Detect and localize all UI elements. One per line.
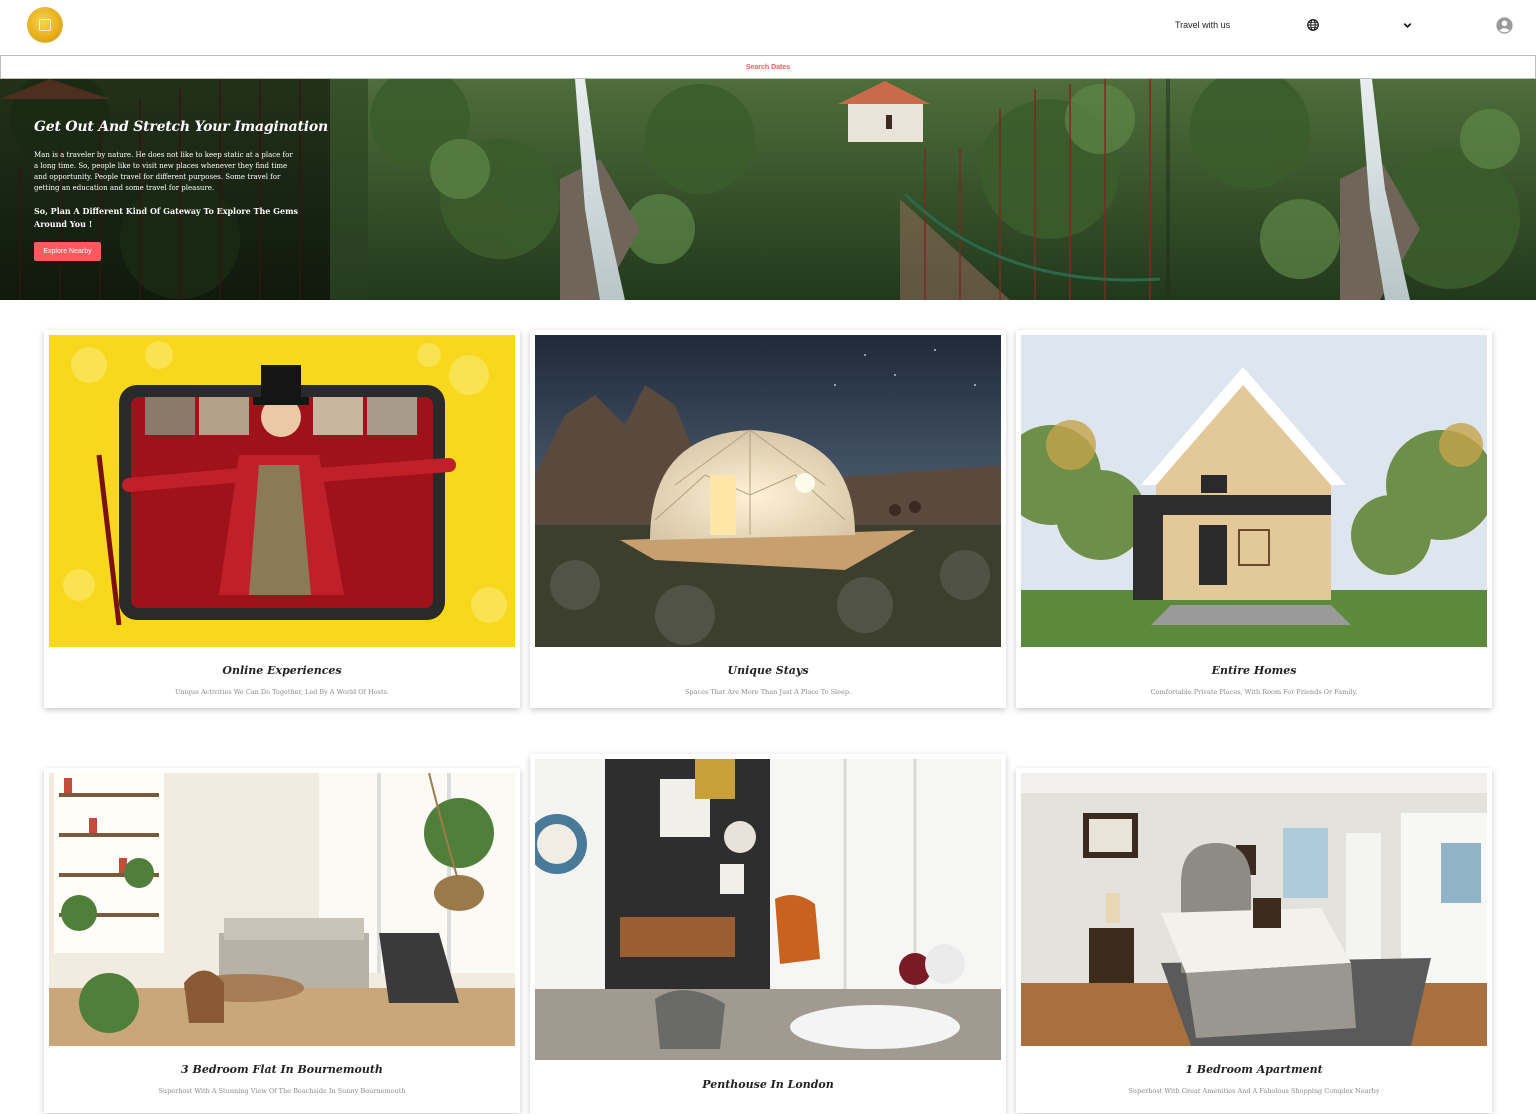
search-dates-bar[interactable]: Search Dates	[0, 55, 1536, 79]
card-description: Superhost With A Stunning View Of The Be…	[158, 1087, 406, 1095]
card-description: Comfortable Private Places, With Room Fo…	[1150, 688, 1358, 696]
card-title: Online Experiences	[222, 664, 342, 677]
hero-title: Get Out And Stretch Your Imagination	[34, 119, 328, 135]
hero-description: Man is a traveler by nature. He does not…	[34, 151, 293, 192]
explore-nearby-button[interactable]: Explore Nearby	[34, 242, 101, 261]
top-header: Travel with us	[0, 0, 1536, 55]
card-unique-stays[interactable]: Unique Stays Spaces That Are More Than J…	[530, 330, 1006, 708]
entire-homes-image	[1021, 335, 1487, 647]
card-description: Spaces That Are More Than Just A Place T…	[684, 688, 852, 696]
hero-subtitle: So, Plan A Different Kind Of Gateway To …	[34, 206, 299, 229]
user-icon[interactable]	[1496, 17, 1513, 34]
card-online-experiences[interactable]: Online Experiences Unique Activities We …	[44, 330, 520, 708]
card-3-bedroom-flat[interactable]: 3 Bedroom Flat In Bournemouth Superhost …	[44, 768, 520, 1113]
card-title: Entire Homes	[1211, 664, 1297, 677]
hero-banner: Get Out And Stretch Your Imagination Man…	[0, 79, 1536, 300]
card-title: 3 Bedroom Flat In Bournemouth	[181, 1063, 383, 1076]
card-title: Penthouse In London	[702, 1078, 834, 1091]
search-dates-label[interactable]: Search Dates	[746, 64, 790, 71]
card-penthouse-london[interactable]: Penthouse In London	[530, 754, 1006, 1114]
unique-stays-image	[535, 335, 1001, 647]
card-title: Unique Stays	[727, 664, 809, 677]
card-entire-homes[interactable]: Entire Homes Comfortable Private Places,…	[1016, 330, 1492, 708]
logo[interactable]	[28, 8, 62, 42]
card-description: Superhost With Great Amenities And A Fab…	[1128, 1087, 1380, 1095]
bournemouth-flat-image	[49, 773, 515, 1046]
travel-with-us-link[interactable]: Travel with us	[1175, 20, 1230, 30]
card-title: 1 Bedroom Apartment	[1185, 1063, 1323, 1076]
globe-icon[interactable]	[1307, 19, 1319, 31]
card-description: Unique Activities We Can Do Together, Le…	[175, 688, 389, 696]
card-1-bedroom-apartment[interactable]: 1 Bedroom Apartment Superhost With Great…	[1016, 768, 1492, 1113]
bedroom-apartment-image	[1021, 773, 1487, 1046]
online-experiences-image	[49, 335, 515, 647]
chevron-down-icon[interactable]	[1402, 20, 1413, 31]
penthouse-london-image	[535, 759, 1001, 1060]
